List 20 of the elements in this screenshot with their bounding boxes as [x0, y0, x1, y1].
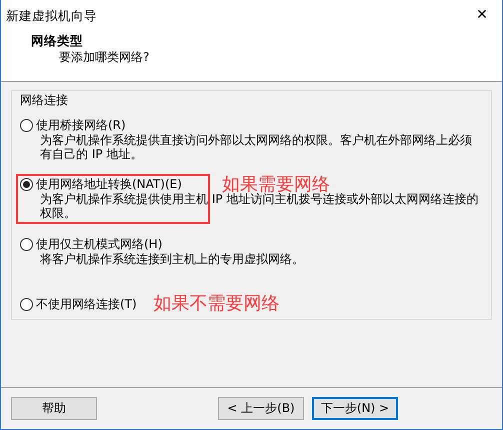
window-title: 新建虚拟机向导 [6, 8, 97, 22]
radio-button[interactable] [20, 298, 33, 310]
option-label[interactable]: 使用桥接网络(R) [36, 118, 126, 133]
wizard-button[interactable]: 下一步(N) > [312, 397, 398, 420]
close-button[interactable]: ✕ [462, 0, 502, 30]
option-description: 为客户机操作系统提供使用主机 IP 地址访问主机拨号连接或外部以太网网络连接的权限。 [39, 192, 480, 220]
group-label: 网络连接 [20, 93, 68, 107]
page-title: 网络类型 [31, 33, 84, 48]
option-label[interactable]: 使用网络地址转换(NAT)(E) [36, 177, 182, 192]
option-label[interactable]: 不使用网络连接(T) [36, 296, 137, 312]
option-description: 将客户机操作系统连接到主机上的专用虚拟网络。 [39, 252, 305, 266]
radio-button[interactable] [20, 178, 33, 191]
help-button[interactable]: 帮助 [11, 397, 97, 420]
wizard-button[interactable]: < 上一步(B) [218, 397, 304, 420]
radio-button[interactable] [20, 119, 33, 132]
page-subtitle: 要添加哪类网络? [59, 50, 150, 64]
option-description: 为客户机操作系统提供直接访问外部以太网网络的权限。客户机在外部网络上必须有自己的 IP 地址。 [39, 133, 473, 161]
option-label[interactable]: 使用仅主机模式网络(H) [36, 237, 162, 252]
annotation-text: 如果不需要网络 [154, 294, 280, 314]
radio-button[interactable] [20, 238, 33, 251]
